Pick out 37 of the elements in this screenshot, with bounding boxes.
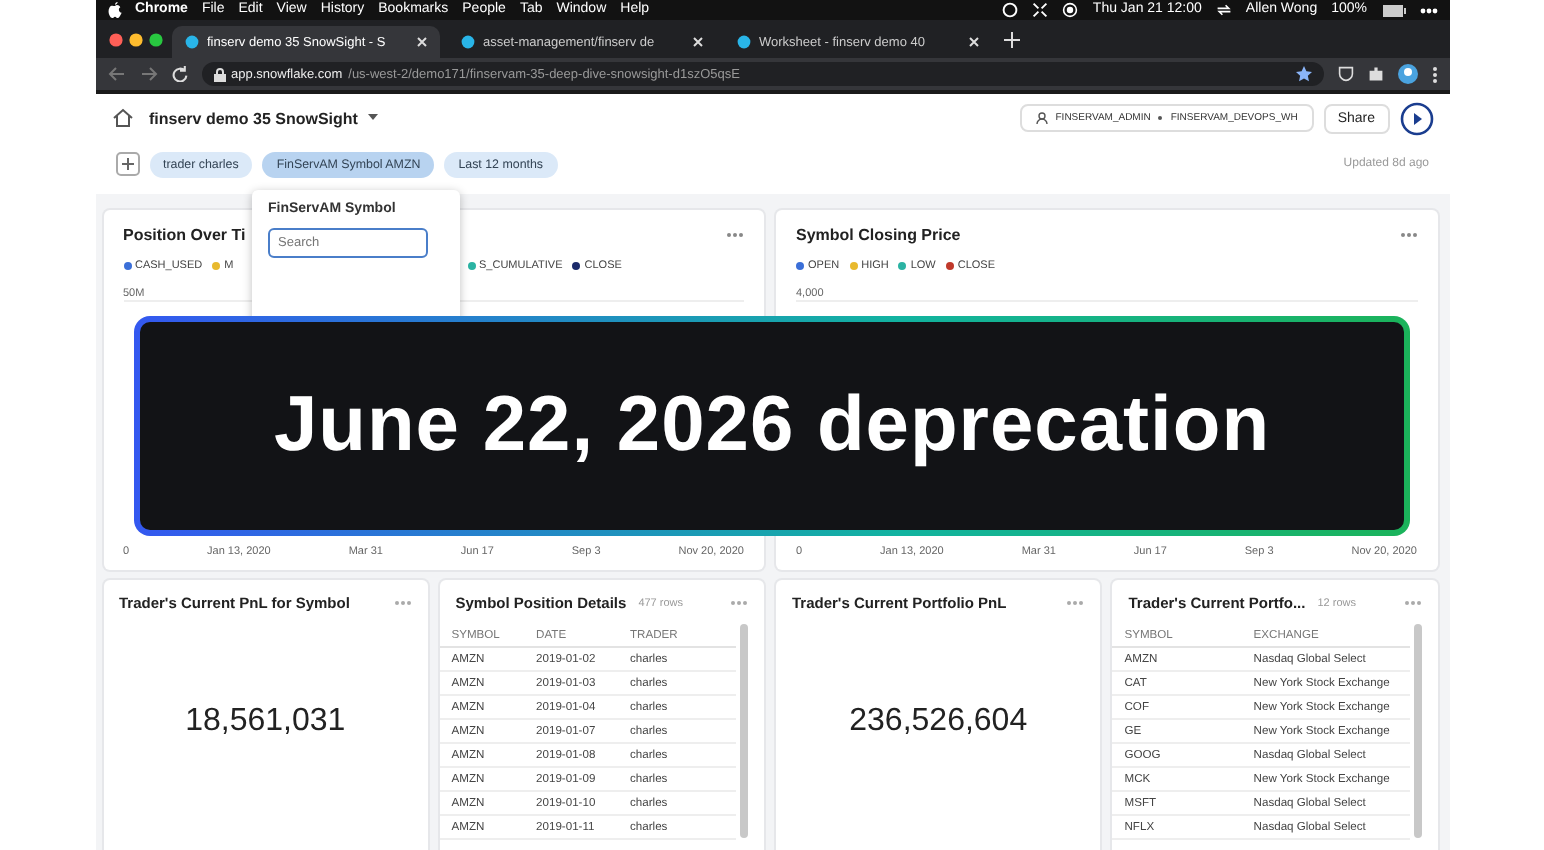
expand-icon[interactable] (1032, 2, 1049, 18)
chart-title: Symbol Closing Price (796, 226, 961, 244)
kpi-value: 18,561,031 (185, 703, 346, 739)
add-filter-button[interactable] (115, 152, 139, 176)
apple-icon[interactable] (107, 2, 121, 18)
battery-icon (1381, 3, 1405, 17)
user-switch-icon[interactable] (1215, 2, 1232, 18)
run-button[interactable] (1399, 101, 1433, 135)
more-icon[interactable] (1419, 7, 1437, 13)
reload-icon[interactable] (171, 66, 187, 82)
caret-icon[interactable] (367, 114, 378, 122)
shield-icon[interactable] (1337, 66, 1353, 82)
favicon-icon (459, 34, 475, 50)
banner-text: June 22, 2026 deprecation (273, 382, 1271, 470)
scrollbar[interactable] (1413, 624, 1421, 838)
status-icon[interactable] (1002, 2, 1019, 18)
kpi-value: 236,526,604 (849, 703, 1028, 739)
close-icon[interactable] (967, 36, 979, 48)
avatar-icon[interactable] (1397, 64, 1417, 84)
chart-title: Position Over Ti (123, 226, 246, 244)
scrollbar[interactable] (740, 624, 748, 838)
dashboard-title[interactable]: finserv demo 35 SnowSight (149, 109, 358, 127)
home-icon[interactable] (111, 108, 133, 128)
puzzle-icon[interactable] (1367, 66, 1383, 82)
favicon-icon (183, 34, 199, 50)
close-icon[interactable] (415, 36, 427, 48)
new-tab-icon[interactable] (1003, 31, 1019, 47)
kebab-menu-icon[interactable] (1431, 65, 1437, 83)
forward-icon[interactable] (139, 66, 157, 82)
person-icon (1035, 112, 1048, 124)
favicon-icon (735, 34, 751, 50)
back-icon[interactable] (107, 66, 125, 82)
bookmark-star-icon[interactable] (1295, 66, 1311, 82)
close-icon[interactable] (691, 36, 703, 48)
record-icon[interactable] (1062, 2, 1079, 18)
window-controls-icon[interactable] (107, 31, 163, 47)
lock-icon[interactable] (213, 67, 225, 81)
